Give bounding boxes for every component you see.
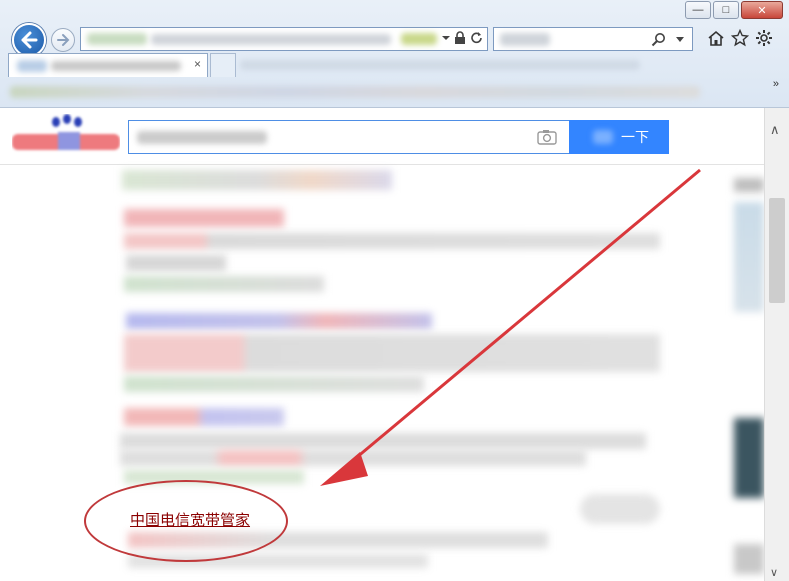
url-text-blurred bbox=[401, 33, 437, 45]
close-icon: ✕ bbox=[757, 4, 767, 17]
gear-icon[interactable] bbox=[754, 28, 774, 48]
dropdown-icon[interactable] bbox=[442, 34, 450, 42]
tab-active[interactable]: × bbox=[8, 53, 208, 77]
browser-chrome: — □ ✕ × » bbox=[0, 0, 789, 108]
close-tab-icon[interactable]: × bbox=[194, 57, 201, 71]
back-arrow-icon bbox=[21, 31, 38, 49]
browser-search-bar[interactable] bbox=[493, 27, 693, 51]
web-page: 一下 中国电信宽带管家 bbox=[0, 108, 764, 581]
close-window-button[interactable]: ✕ bbox=[741, 1, 783, 19]
maximize-button[interactable]: □ bbox=[713, 1, 739, 19]
search-provider-blurred bbox=[500, 33, 550, 46]
forward-button[interactable] bbox=[51, 28, 75, 52]
back-button[interactable] bbox=[12, 23, 46, 57]
minimize-icon: — bbox=[692, 4, 704, 16]
favorites-bar: » bbox=[0, 78, 789, 106]
window-controls: — □ ✕ bbox=[685, 1, 783, 19]
forward-arrow-icon bbox=[57, 34, 70, 46]
scroll-thumb[interactable] bbox=[769, 198, 785, 303]
refresh-icon[interactable] bbox=[470, 31, 483, 44]
annotation-arrow bbox=[320, 168, 701, 486]
url-text-blurred bbox=[87, 33, 147, 45]
tab-favicon-blurred bbox=[17, 60, 47, 72]
arrowhead-icon bbox=[320, 452, 368, 486]
minimize-button[interactable]: — bbox=[685, 1, 711, 19]
scroll-down-icon[interactable]: ∨ bbox=[770, 566, 778, 579]
favorites-star-icon[interactable] bbox=[730, 28, 750, 48]
new-tab-button[interactable] bbox=[210, 53, 236, 77]
tab-strip: × bbox=[0, 53, 789, 77]
inactive-tabs-blurred bbox=[240, 60, 640, 70]
lock-icon[interactable] bbox=[454, 31, 466, 44]
favorites-items-blurred bbox=[10, 86, 700, 98]
maximize-icon: □ bbox=[722, 4, 730, 16]
address-bar[interactable] bbox=[80, 27, 488, 51]
tab-title-blurred bbox=[51, 61, 181, 71]
search-icon[interactable] bbox=[651, 32, 666, 47]
home-icon[interactable] bbox=[706, 28, 726, 48]
search-dropdown-icon[interactable] bbox=[676, 37, 684, 43]
page-scrollbar[interactable]: ∧ ∨ bbox=[764, 108, 789, 581]
scroll-up-icon[interactable]: ∧ bbox=[770, 122, 780, 138]
address-icons bbox=[442, 31, 483, 44]
favorites-more-icon[interactable]: » bbox=[773, 78, 779, 90]
url-text-blurred bbox=[151, 34, 391, 45]
